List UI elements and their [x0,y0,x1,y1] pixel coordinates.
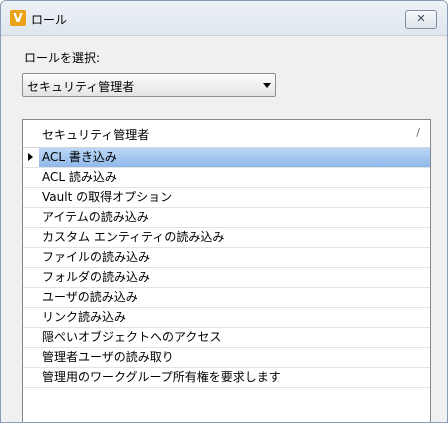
permission-label: 管理用のワークグループ所有権を要求します [42,370,281,384]
permissions-list-header[interactable]: セキュリティ管理者 / [23,120,430,148]
close-button[interactable]: ✕ [405,10,437,29]
permissions-list[interactable]: セキュリティ管理者 / ACL 書き込み ACL 読み込み Vault の取得オプシ… [22,119,431,422]
title-bar[interactable]: V ロール ✕ [1,1,447,36]
list-item[interactable]: 管理者ユーザの読み取り [23,348,430,368]
list-item[interactable]: アイテムの読み込み [23,208,430,228]
chevron-down-icon[interactable] [263,83,271,88]
permission-label: フォルダの読み込み [42,270,151,284]
list-item[interactable]: フォルダの読み込み [23,268,430,288]
permission-label: リンク読み込み [42,310,127,324]
sort-icon: / [416,126,420,139]
list-item[interactable]: 隠ぺいオブジェクトへのアクセス [23,328,430,348]
role-dropdown[interactable]: セキュリティ管理者 [22,73,276,97]
list-item[interactable]: ファイルの読み込み [23,248,430,268]
list-item[interactable]: ACL 書き込み [23,148,430,168]
role-dropdown-value: セキュリティ管理者 [27,80,135,94]
window-title: ロール [31,13,68,27]
permission-label: ユーザの読み込み [42,290,138,304]
current-row-indicator-icon [28,153,33,161]
roles-dialog: V ロール ✕ ロールを選択: セキュリティ管理者 セキュリティ管理者 / AC… [0,0,448,423]
permission-label: ACL 読み込み [42,170,117,184]
list-item[interactable]: ユーザの読み込み [23,288,430,308]
permission-label: Vault の取得オプション [42,190,173,204]
vault-app-icon: V [10,10,26,26]
permission-label: 管理者ユーザの読み取り [42,350,174,364]
list-item[interactable]: Vault の取得オプション [23,188,430,208]
list-item[interactable]: リンク読み込み [23,308,430,328]
permission-label: カスタム エンティティの読み込み [42,230,225,244]
list-item[interactable]: 管理用のワークグループ所有権を要求します [23,368,430,388]
list-item[interactable]: ACL 読み込み [23,168,430,188]
list-item[interactable]: カスタム エンティティの読み込み [23,228,430,248]
role-select-label: ロールを選択: [24,51,101,65]
permissions-rows: ACL 書き込み ACL 読み込み Vault の取得オプション アイテムの読み込みカ… [23,148,430,388]
permission-label: ファイルの読み込み [42,250,151,264]
permission-label: ACL 書き込み [39,148,430,167]
permission-label: 隠ぺいオブジェクトへのアクセス [42,330,222,344]
permission-label: アイテムの読み込み [42,210,149,224]
column-header-role[interactable]: セキュリティ管理者 [42,126,149,143]
